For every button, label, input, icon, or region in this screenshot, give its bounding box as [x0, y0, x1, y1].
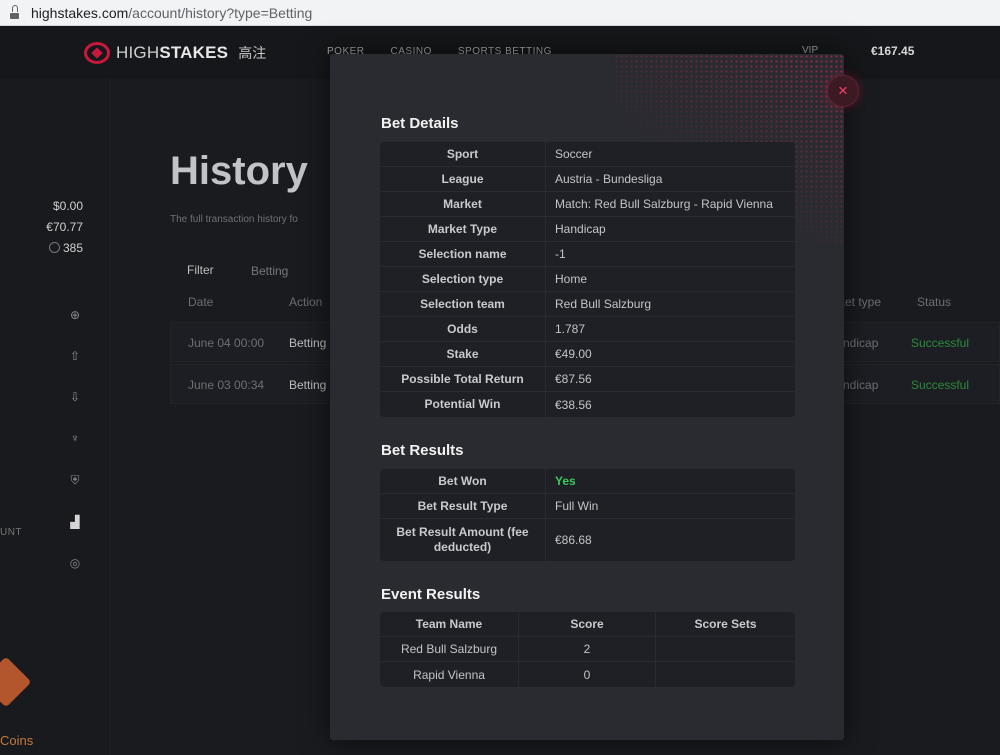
result-row-result-amount: Bet Result Amount (fee deducted) €86.68 [380, 519, 795, 561]
coin-icon [48, 242, 60, 253]
bar-chart-icon[interactable]: ▟ [68, 515, 82, 529]
lock-icon [10, 5, 19, 19]
table-row: Red Bull Salzburg 2 [380, 637, 795, 662]
bet-results-title: Bet Results [381, 442, 464, 459]
download-icon[interactable]: ⇩ [68, 390, 82, 404]
detail-row-selection-name: Selection name -1 [380, 242, 795, 267]
sidebar: $0.00 €70.77 385 ⊕ ⇧ ⇩ ♆ UNT ⛨ ▟ ◎ Coins [0, 79, 110, 755]
detail-row-selection-type: Selection type Home [380, 267, 795, 292]
detail-row-league: League Austria - Bundesliga [380, 167, 795, 192]
bet-details-modal: Bet Details Sport Soccer League Austria - … [330, 54, 844, 740]
detail-row-stake: Stake €49.00 [380, 342, 795, 367]
wallet-usd: $0.00 [52, 199, 83, 213]
col-header-date: Date [188, 295, 214, 309]
filter-label: Filter [187, 263, 214, 277]
detail-row-potential-win: Potential Win €38.56 [380, 392, 795, 417]
upload-icon[interactable]: ⇧ [68, 349, 82, 363]
sidebar-account-label: UNT [0, 527, 23, 538]
filter-select[interactable]: Betting [251, 264, 288, 278]
col-header-market-type: ket type [839, 295, 882, 309]
shield-icon[interactable]: ⛨ [68, 473, 82, 487]
plus-circle-icon[interactable]: ⊕ [68, 308, 82, 322]
bet-details-table: Sport Soccer League Austria - Bundesliga M… [380, 142, 795, 417]
page-subtitle: The full transaction history fo [170, 214, 298, 225]
url-text: highstakes.com/account/history?type=Bett… [31, 4, 313, 21]
detail-row-market-type: Market Type Handicap [380, 217, 795, 242]
event-results-table: Team Name Score Score Sets Red Bull Salz… [380, 612, 795, 687]
trophy-icon[interactable]: ♆ [68, 431, 82, 445]
coins-label[interactable]: Coins [0, 733, 33, 748]
detail-row-selection-team: Selection team Red Bull Salzburg [380, 292, 795, 317]
event-results-title: Event Results [381, 586, 481, 603]
wallet-eur: €70.77 [46, 220, 83, 234]
close-icon: × [838, 81, 848, 100]
wallet-coins: 385 [46, 238, 83, 259]
detail-row-odds: Odds 1.787 [380, 317, 795, 342]
page-title: History [170, 149, 308, 193]
col-header-status: Status [917, 295, 952, 309]
detail-row-possible-return: Possible Total Return €87.56 [380, 367, 795, 392]
detail-row-market: Market Match: Red Bull Salzburg - Rapid V… [380, 192, 795, 217]
coin-circle-icon[interactable]: ◎ [68, 556, 82, 570]
result-row-result-type: Bet Result Type Full Win [380, 494, 795, 519]
brand-logo[interactable]: HIGHSTAKES 高注 [84, 42, 266, 64]
bet-results-table: Bet Won Yes Bet Result Type Full Win Bet R… [380, 469, 795, 561]
wallet-balances: $0.00 €70.77 385 [46, 196, 83, 259]
table-row: Rapid Vienna 0 [380, 662, 795, 687]
coins-promo-icon[interactable] [0, 656, 32, 708]
detail-row-sport: Sport Soccer [380, 142, 795, 167]
header-balance[interactable]: €167.45 [871, 44, 914, 58]
event-header-row: Team Name Score Score Sets [380, 612, 795, 637]
logo-icon [84, 42, 110, 64]
result-row-bet-won: Bet Won Yes [380, 469, 795, 494]
col-header-action: Action [289, 295, 323, 309]
bet-details-title: Bet Details [381, 115, 459, 132]
address-bar[interactable]: highstakes.com/account/history?type=Bett… [0, 0, 1000, 26]
close-button[interactable]: × [827, 75, 859, 107]
